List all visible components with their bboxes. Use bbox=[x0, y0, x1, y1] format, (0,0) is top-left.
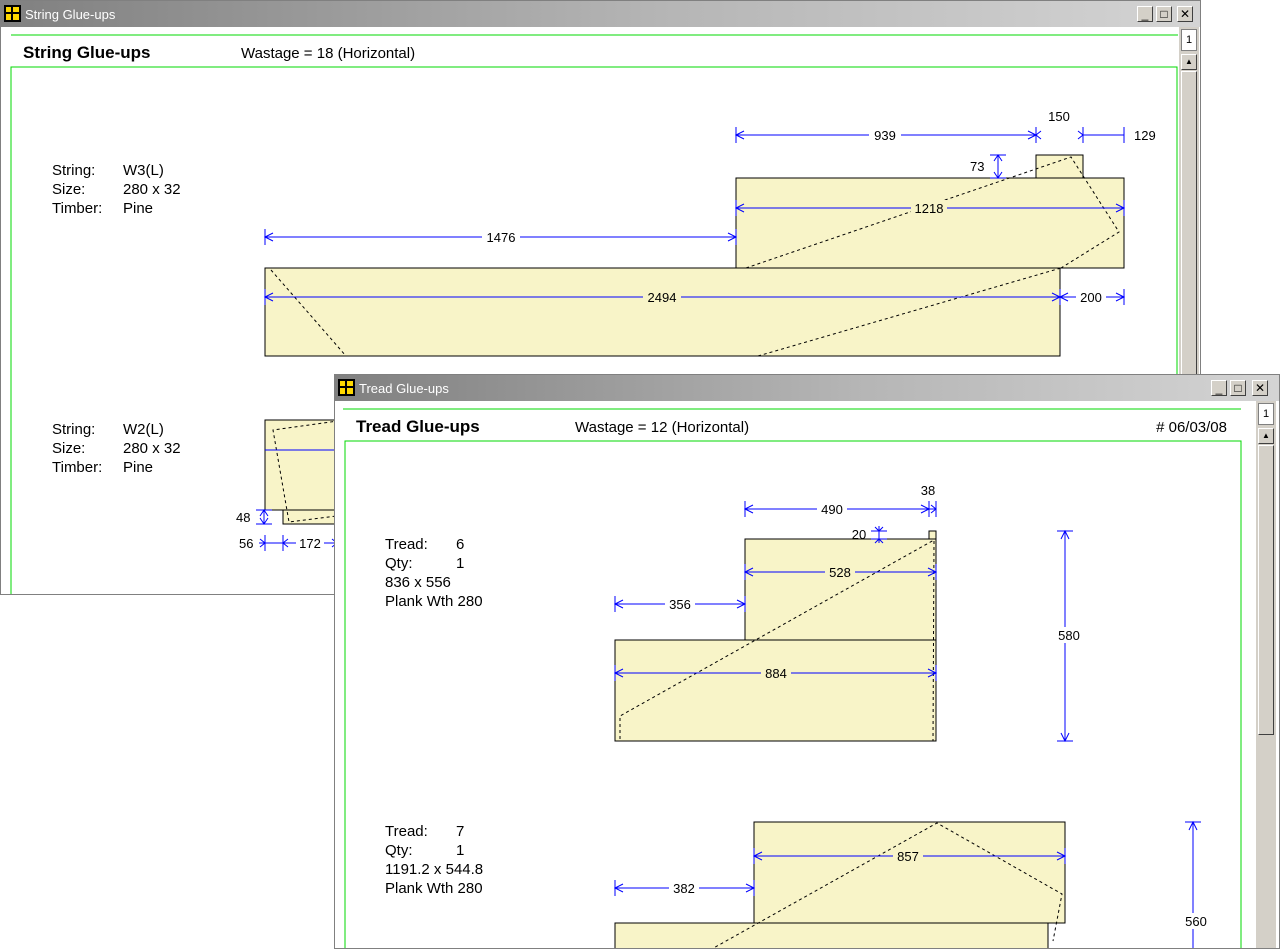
dim-560-text: 560 bbox=[1185, 914, 1207, 929]
maximize-button[interactable]: □ bbox=[1156, 6, 1172, 22]
dimension-939 bbox=[734, 127, 1125, 143]
dim-1218-text: 1218 bbox=[915, 201, 944, 216]
plank-width: Plank Wth 280 bbox=[385, 880, 483, 897]
dim-2494-text: 2494 bbox=[648, 290, 677, 305]
dim-382-text: 382 bbox=[673, 881, 695, 896]
timber-label: Timber: bbox=[52, 200, 102, 217]
page-heading: Tread Glue-ups bbox=[356, 417, 480, 436]
wastage-label: Wastage = 18 (Horizontal) bbox=[241, 45, 415, 62]
board-upper bbox=[264, 419, 346, 511]
window-title: Tread Glue-ups bbox=[359, 381, 449, 396]
page-number: 1 bbox=[1258, 403, 1274, 425]
date-label: # 06/03/08 bbox=[1156, 419, 1227, 436]
close-button[interactable]: ✕ bbox=[1252, 380, 1268, 396]
dim-1476-text: 1476 bbox=[487, 230, 516, 245]
title-bar[interactable]: Tread Glue-ups _ □ ✕ bbox=[335, 375, 1279, 401]
timber-label: Timber: bbox=[52, 459, 102, 476]
minimize-button[interactable]: _ bbox=[1137, 6, 1153, 22]
qty-label: Qty: bbox=[385, 842, 413, 859]
tread-dimensions: 1191.2 x 544.8 bbox=[385, 861, 483, 878]
board-upper bbox=[744, 538, 937, 641]
dim-38-text: 38 bbox=[921, 483, 935, 498]
string-value: W2(L) bbox=[123, 421, 164, 438]
app-icon bbox=[338, 379, 355, 396]
dim-172-text: 172 bbox=[299, 536, 321, 551]
scroll-up-button[interactable]: ▲ bbox=[1181, 54, 1197, 70]
dim-857-text: 857 bbox=[897, 849, 919, 864]
close-button[interactable]: ✕ bbox=[1177, 6, 1193, 22]
maximize-button[interactable]: □ bbox=[1230, 380, 1246, 396]
dim-129-text: 129 bbox=[1134, 128, 1156, 143]
page-heading: String Glue-ups bbox=[23, 43, 151, 62]
tread-glueups-window[interactable]: Tread Glue-ups _ □ ✕ Tread Glue-ups Wast… bbox=[334, 374, 1280, 949]
tread-value: 6 bbox=[456, 536, 464, 553]
board-upper bbox=[753, 821, 1066, 924]
size-label: Size: bbox=[52, 181, 85, 198]
string-label: String: bbox=[52, 421, 95, 438]
dimension-48 bbox=[256, 509, 272, 525]
board-lower bbox=[614, 922, 1049, 948]
dim-48-text: 48 bbox=[236, 510, 250, 525]
board-upper bbox=[735, 177, 1125, 269]
dim-200-text: 200 bbox=[1080, 290, 1102, 305]
size-value: 280 x 32 bbox=[123, 181, 181, 198]
minimize-button[interactable]: _ bbox=[1211, 380, 1227, 396]
window-title: String Glue-ups bbox=[25, 7, 116, 22]
dim-20-text: 20 bbox=[852, 527, 866, 542]
size-value: 280 x 32 bbox=[123, 440, 181, 457]
dim-884-text: 884 bbox=[765, 666, 787, 681]
string-label: String: bbox=[52, 162, 95, 179]
dim-580-text: 580 bbox=[1058, 628, 1080, 643]
dim-356-text: 356 bbox=[669, 597, 691, 612]
dim-56-text: 56 bbox=[239, 536, 253, 551]
dimension-73 bbox=[990, 154, 1006, 179]
scroll-up-button[interactable]: ▲ bbox=[1258, 428, 1274, 444]
board-lower bbox=[264, 267, 1061, 357]
board-offcut bbox=[928, 530, 937, 540]
tread-value: 7 bbox=[456, 823, 464, 840]
dim-73-text: 73 bbox=[970, 159, 984, 174]
tread-label: Tread: bbox=[385, 823, 428, 840]
dim-939-text: 939 bbox=[874, 128, 896, 143]
dim-528-text: 528 bbox=[829, 565, 851, 580]
string-value: W3(L) bbox=[123, 162, 164, 179]
qty-value: 1 bbox=[456, 842, 464, 859]
app-icon bbox=[4, 5, 21, 22]
timber-value: Pine bbox=[123, 200, 153, 217]
title-bar[interactable]: String Glue-ups _ □ ✕ bbox=[1, 1, 1200, 27]
board-lower bbox=[614, 639, 937, 742]
vertical-scrollbar[interactable]: 1 ▲ bbox=[1256, 401, 1276, 948]
qty-value: 1 bbox=[456, 555, 464, 572]
size-label: Size: bbox=[52, 440, 85, 457]
plank-width: Plank Wth 280 bbox=[385, 593, 483, 610]
scroll-thumb[interactable] bbox=[1258, 445, 1274, 735]
qty-label: Qty: bbox=[385, 555, 413, 572]
tread-drawing-canvas: Tread Glue-ups Wastage = 12 (Horizontal)… bbox=[335, 401, 1255, 948]
wastage-label: Wastage = 12 (Horizontal) bbox=[575, 419, 749, 436]
dim-150-text: 150 bbox=[1048, 109, 1070, 124]
page-number: 1 bbox=[1181, 29, 1197, 51]
tread-label: Tread: bbox=[385, 536, 428, 553]
dim-490-text: 490 bbox=[821, 502, 843, 517]
dimension-560 bbox=[1185, 820, 1201, 948]
timber-value: Pine bbox=[123, 459, 153, 476]
tread-dimensions: 836 x 556 bbox=[385, 574, 451, 591]
